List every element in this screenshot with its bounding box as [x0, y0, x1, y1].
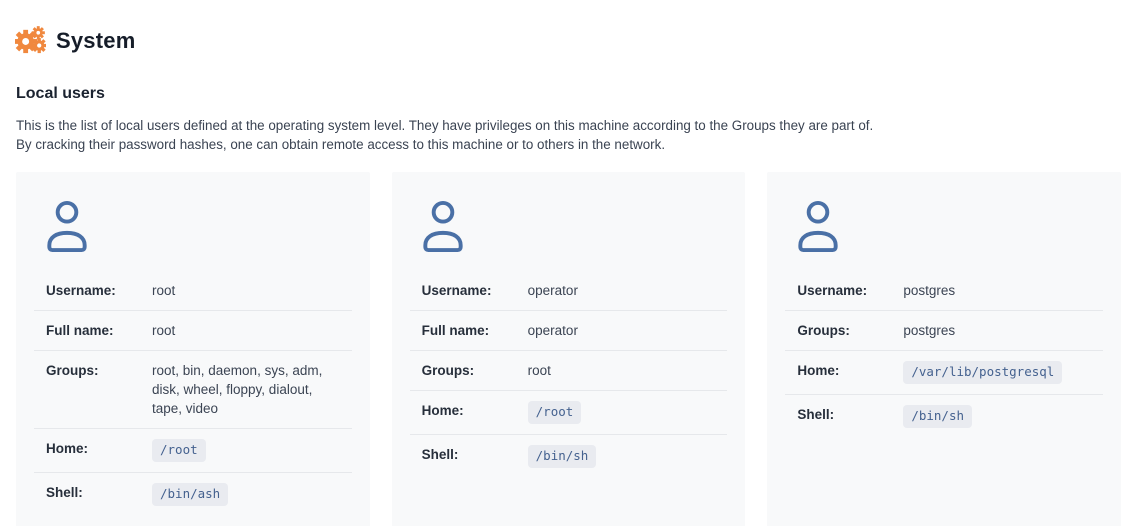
detail-label: Shell:	[46, 483, 152, 502]
detail-label: Groups:	[422, 361, 528, 380]
row-home: Home: /root	[410, 390, 728, 434]
row-full-name: Full name: operator	[410, 310, 728, 350]
description-line-1: This is the list of local users defined …	[16, 116, 1106, 135]
code-pill: /bin/ash	[152, 483, 228, 506]
user-icon	[420, 200, 466, 253]
user-icon	[44, 200, 90, 253]
user-detail-list: Username: operator Full name: operator G…	[410, 271, 728, 478]
detail-label: Groups:	[46, 361, 152, 380]
row-shell: Shell: /bin/sh	[410, 434, 728, 478]
detail-value: /bin/sh	[903, 405, 974, 428]
code-pill: /root	[528, 401, 582, 424]
detail-value: /bin/sh	[528, 445, 599, 468]
detail-label: Full name:	[422, 321, 528, 340]
detail-label: Groups:	[797, 321, 903, 340]
user-card-postgres: Username: postgres Groups: postgres Home…	[767, 172, 1121, 526]
page-header: System	[0, 0, 1122, 56]
row-groups: Groups: root, bin, daemon, sys, adm, dis…	[34, 350, 352, 428]
detail-label: Shell:	[422, 445, 528, 464]
code-pill: /bin/sh	[903, 405, 972, 428]
detail-value: postgres	[903, 281, 957, 300]
code-pill: /root	[152, 439, 206, 462]
user-icon	[795, 200, 841, 253]
page-title: System	[56, 28, 135, 54]
section-title: Local users	[16, 85, 1106, 103]
detail-label: Home:	[422, 401, 528, 420]
detail-label: Shell:	[797, 405, 903, 424]
user-detail-list: Username: root Full name: root Groups: r…	[34, 271, 352, 516]
local-users-grid: Username: root Full name: root Groups: r…	[16, 172, 1121, 526]
row-home: Home: /var/lib/postgresql	[785, 350, 1103, 394]
row-username: Username: root	[34, 271, 352, 310]
detail-value: root	[152, 321, 177, 340]
user-card-operator: Username: operator Full name: operator G…	[392, 172, 746, 526]
detail-value: operator	[528, 281, 580, 300]
code-pill: /var/lib/postgresql	[903, 361, 1062, 384]
detail-value: postgres	[903, 321, 957, 340]
detail-label: Username:	[797, 281, 903, 300]
detail-value: root	[528, 361, 553, 380]
detail-label: Home:	[46, 439, 152, 458]
row-username: Username: operator	[410, 271, 728, 310]
row-groups: Groups: postgres	[785, 310, 1103, 350]
row-home: Home: /root	[34, 428, 352, 472]
row-shell: Shell: /bin/sh	[785, 394, 1103, 438]
detail-value: /var/lib/postgresql	[903, 361, 1064, 384]
detail-value: /root	[528, 401, 584, 424]
user-card-root: Username: root Full name: root Groups: r…	[16, 172, 370, 526]
user-detail-list: Username: postgres Groups: postgres Home…	[785, 271, 1103, 438]
detail-value: root, bin, daemon, sys, adm, disk, wheel…	[152, 361, 340, 418]
detail-value: /root	[152, 439, 208, 462]
code-pill: /bin/sh	[528, 445, 597, 468]
detail-value: /bin/ash	[152, 483, 230, 506]
detail-label: Username:	[46, 281, 152, 300]
row-full-name: Full name: root	[34, 310, 352, 350]
section-description: This is the list of local users defined …	[16, 116, 1106, 154]
detail-value: operator	[528, 321, 580, 340]
detail-label: Home:	[797, 361, 903, 380]
detail-value: root	[152, 281, 177, 300]
detail-label: Full name:	[46, 321, 152, 340]
detail-label: Username:	[422, 281, 528, 300]
row-shell: Shell: /bin/ash	[34, 472, 352, 516]
gears-icon	[15, 25, 46, 56]
row-groups: Groups: root	[410, 350, 728, 390]
description-line-2: By cracking their password hashes, one c…	[16, 135, 1106, 154]
row-username: Username: postgres	[785, 271, 1103, 310]
